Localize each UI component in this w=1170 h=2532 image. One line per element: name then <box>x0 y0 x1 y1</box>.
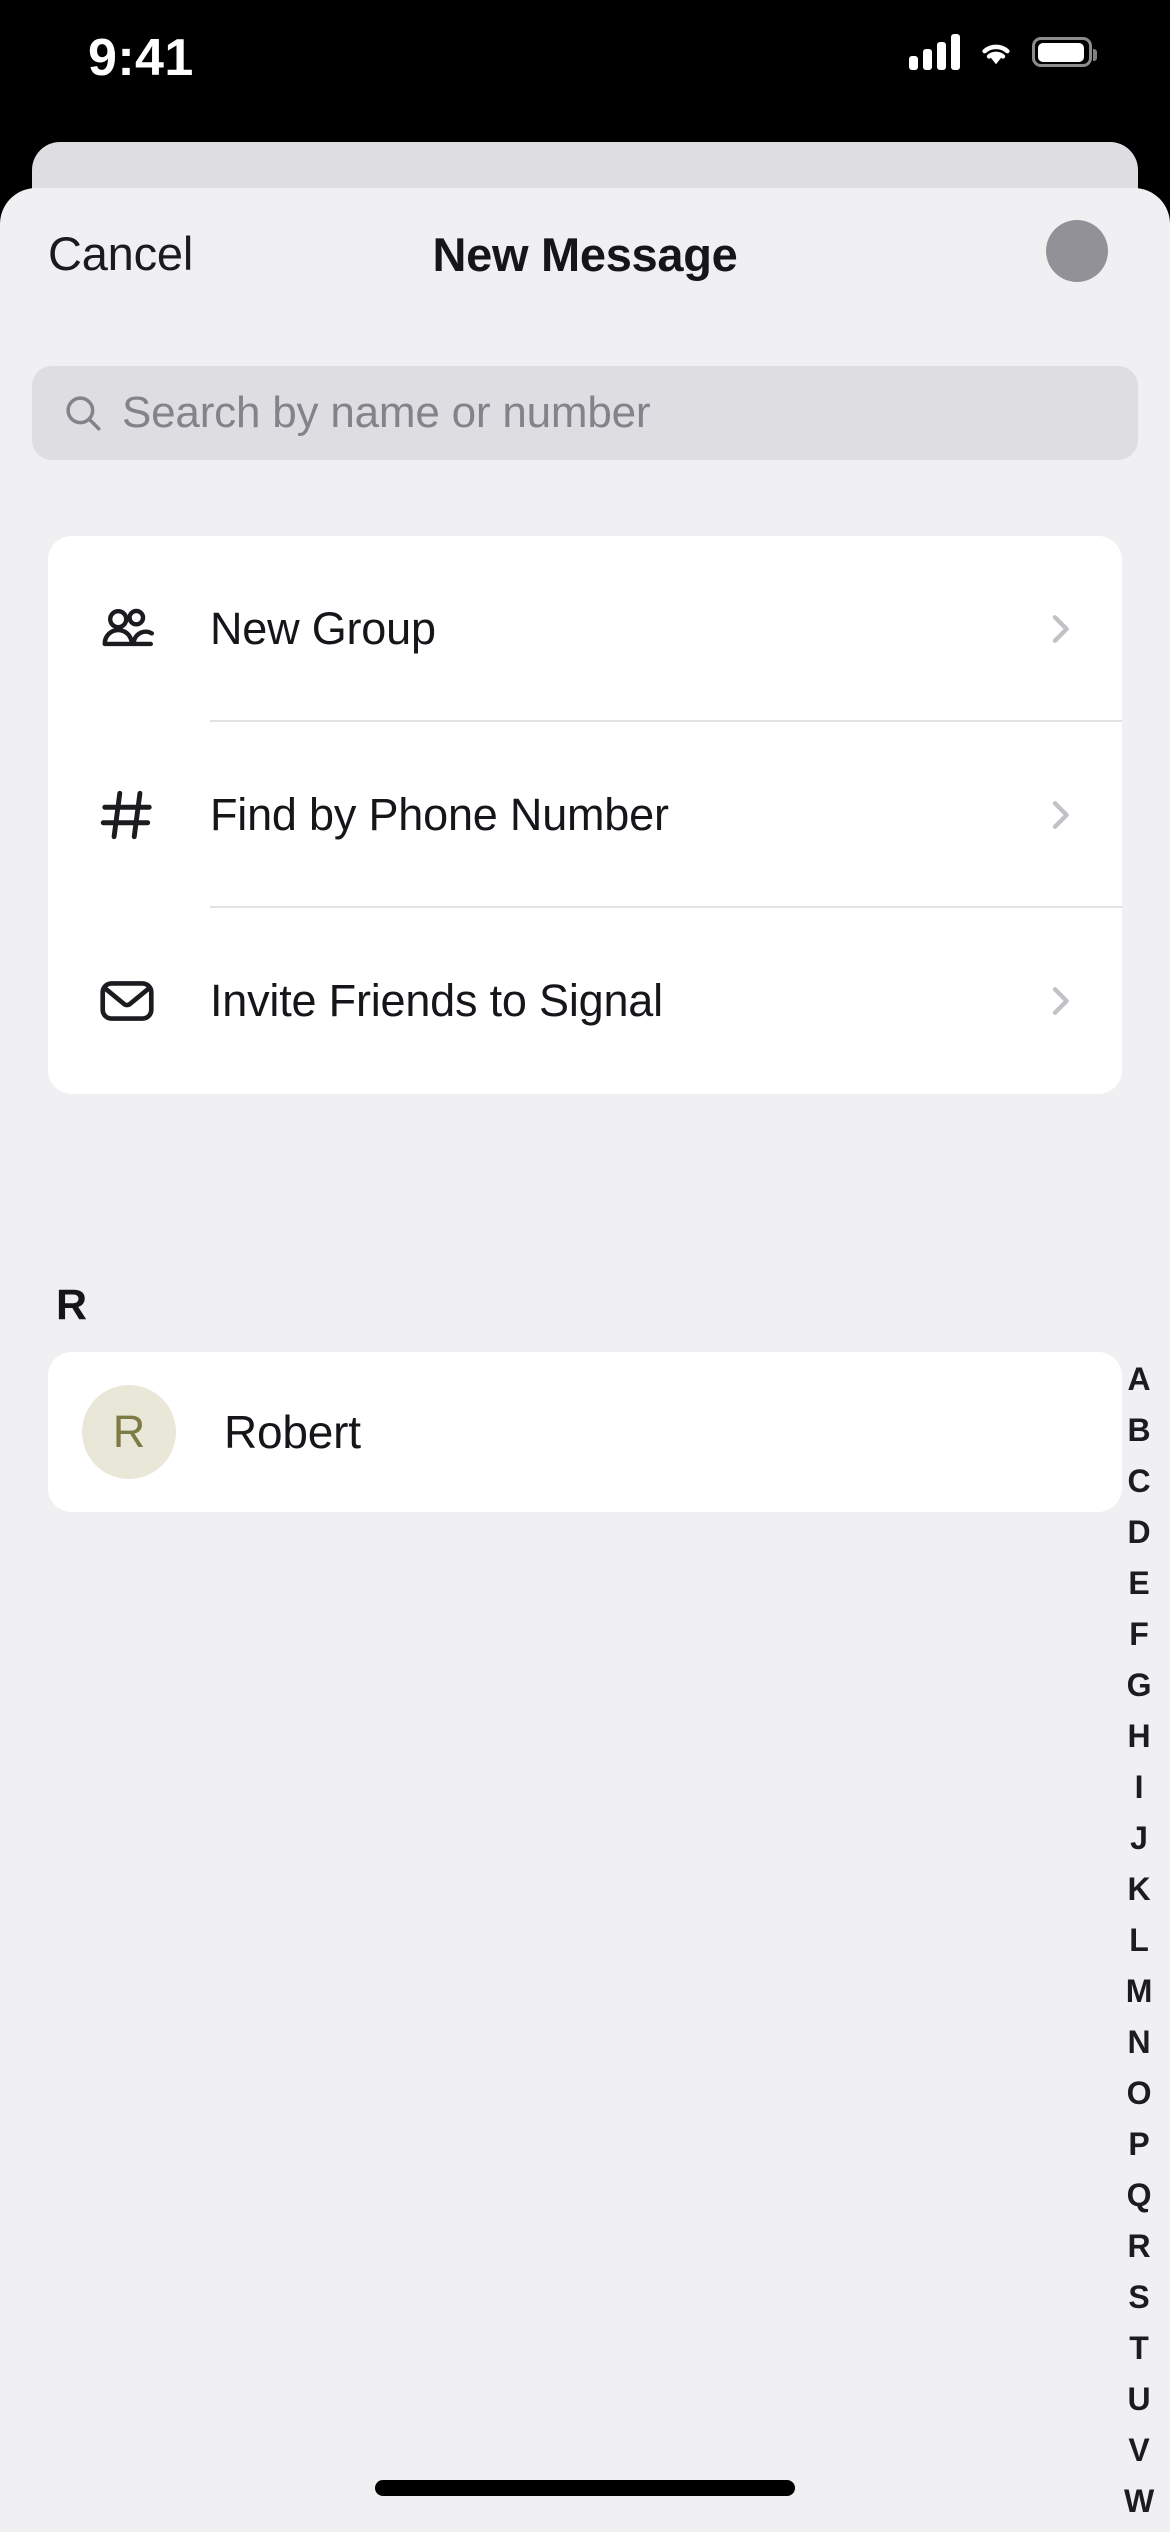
hash-number-icon <box>94 782 160 848</box>
battery-icon <box>1032 37 1097 67</box>
group-people-icon <box>94 596 160 662</box>
alphabet-index-letter[interactable]: W <box>1124 2476 1154 2527</box>
alphabet-index-letter[interactable]: O <box>1127 2068 1152 2119</box>
alphabet-index-letter[interactable]: R <box>1127 2221 1150 2272</box>
alphabet-index-letter[interactable]: Q <box>1127 2170 1152 2221</box>
search-field-wrapper[interactable]: Search by name or number <box>32 366 1138 460</box>
alphabet-index-letter[interactable]: M <box>1126 1966 1153 2017</box>
contact-list-item[interactable]: R Robert <box>48 1352 1122 1512</box>
search-placeholder: Search by name or number <box>122 388 651 437</box>
alphabet-index-letter[interactable]: X <box>1128 2527 1149 2532</box>
alphabet-index-letter[interactable]: C <box>1127 1456 1150 1507</box>
alphabet-index-letter[interactable]: N <box>1127 2017 1150 2068</box>
alphabet-index-letter[interactable]: A <box>1127 1354 1150 1405</box>
alphabet-index-letter[interactable]: D <box>1127 1507 1150 1558</box>
alphabet-index-letter[interactable]: E <box>1128 1558 1149 1609</box>
wifi-icon <box>982 44 1010 65</box>
chevron-right-icon <box>1052 615 1069 643</box>
action-row-find-by-phone-number[interactable]: Find by Phone Number <box>48 722 1122 908</box>
action-label: New Group <box>210 603 436 654</box>
chevron-right-icon <box>1052 801 1069 829</box>
alphabet-index-letter[interactable]: B <box>1127 1405 1150 1456</box>
alphabet-index-letter[interactable]: V <box>1128 2425 1149 2476</box>
chevron-right-icon <box>1052 987 1069 1015</box>
contacts-card: R Robert <box>48 1352 1122 1512</box>
home-indicator <box>375 2480 795 2496</box>
alphabet-index-letter[interactable]: G <box>1127 1660 1152 1711</box>
status-bar-time: 9:41 <box>88 29 194 87</box>
alphabet-index-letter[interactable]: P <box>1128 2119 1149 2170</box>
alphabet-index-letter[interactable]: F <box>1129 1609 1149 1660</box>
actions-card: New Group Find by Phone Number Invite Fr… <box>48 536 1122 1094</box>
alphabet-index-letter[interactable]: T <box>1129 2323 1149 2374</box>
cellular-signal-icon <box>909 34 960 70</box>
alphabet-index-letter[interactable]: L <box>1129 1915 1149 1966</box>
alphabet-index-letter[interactable]: H <box>1127 1711 1150 1762</box>
action-row-new-group[interactable]: New Group <box>48 536 1122 722</box>
alphabet-index-letter[interactable]: J <box>1130 1813 1148 1864</box>
action-label: Invite Friends to Signal <box>210 975 663 1026</box>
contact-name: Robert <box>224 1406 361 1458</box>
sheet-navbar: Cancel New Message <box>0 188 1170 340</box>
status-bar: 9:41 <box>0 0 1170 132</box>
alphabet-index-letter[interactable]: S <box>1128 2272 1149 2323</box>
page-title: New Message <box>432 228 738 281</box>
envelope-mail-icon <box>94 968 160 1034</box>
search-input[interactable]: Search by name or number <box>32 366 1138 460</box>
alphabet-index-letter[interactable]: I <box>1135 1762 1144 1813</box>
alphabet-index-letter[interactable]: U <box>1127 2374 1150 2425</box>
new-message-sheet: Cancel New Message Search by name or num… <box>0 188 1170 2532</box>
alphabet-index[interactable]: ABCDEFGHIJKLMNOPQRSTUVWXYZ# <box>1108 1354 1170 2532</box>
search-icon <box>66 396 101 431</box>
action-row-invite-friends[interactable]: Invite Friends to Signal <box>48 908 1122 1094</box>
profile-avatar[interactable] <box>1046 220 1108 282</box>
action-label: Find by Phone Number <box>210 789 669 840</box>
avatar: R <box>82 1385 176 1479</box>
alphabet-index-letter[interactable]: K <box>1127 1864 1150 1915</box>
phone-screen: 9:41 Cancel New Message Search by name o… <box>0 0 1170 2532</box>
contacts-section-header: R <box>56 1281 87 1329</box>
status-bar-icons <box>909 34 1097 70</box>
